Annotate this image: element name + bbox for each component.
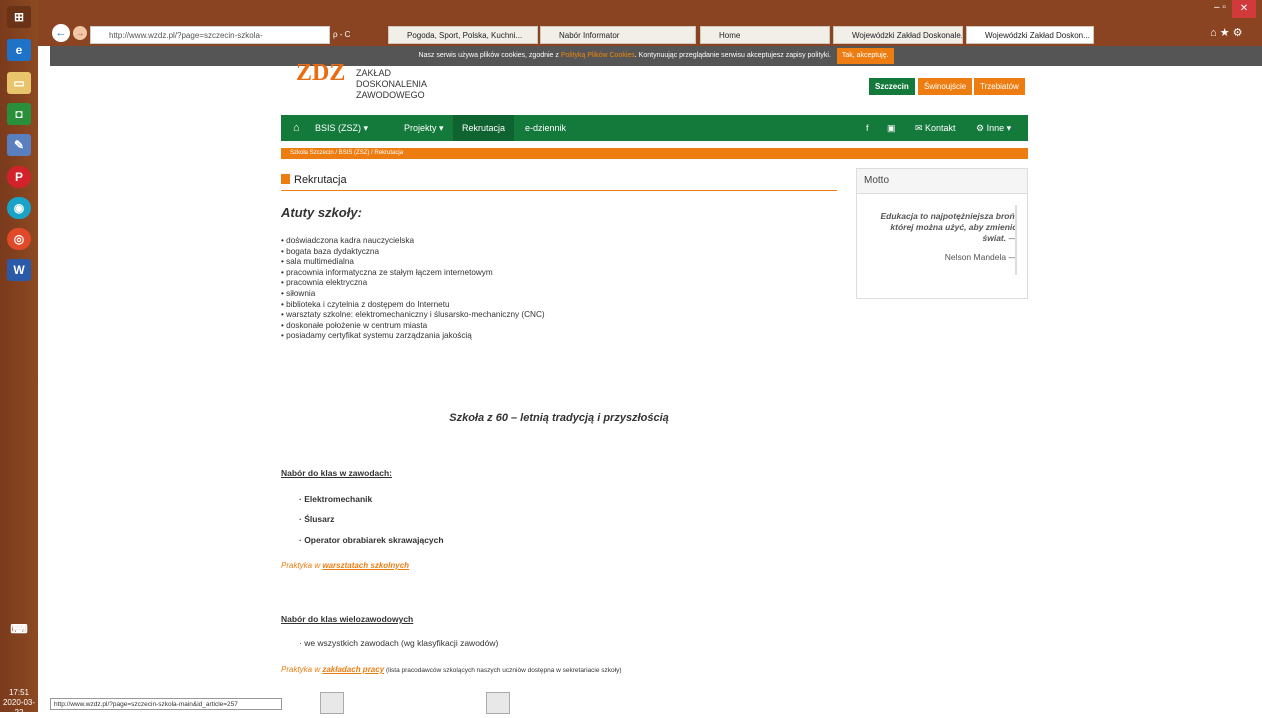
city-trzebiatow-button[interactable]: Trzebiatów bbox=[974, 78, 1025, 95]
praktyka-text: Praktyka w bbox=[281, 561, 323, 570]
status-bar-url: http://www.wzdz.pl/?page=szczecin-szkola… bbox=[50, 698, 282, 710]
search-refresh[interactable]: ρ - C bbox=[333, 26, 393, 44]
motto-author: Nelson Mandela — bbox=[944, 252, 1017, 262]
main-nav: ⌂ BSIS (ZSZ) ▾ Projekty ▾ Rekrutacja e-d… bbox=[281, 115, 1028, 141]
nav-projekty[interactable]: Projekty ▾ bbox=[404, 115, 444, 141]
store-icon[interactable]: ◘ bbox=[7, 103, 31, 125]
tagline: Szkoła z 60 – letnią tradycją i przyszło… bbox=[449, 412, 669, 424]
zdz-logo[interactable]: ZDZ bbox=[296, 60, 351, 90]
file-explorer-icon[interactable]: ▭ bbox=[7, 72, 31, 94]
app-icon[interactable]: ✎ bbox=[7, 134, 31, 156]
keyboard-icon[interactable]: ⌨ bbox=[7, 618, 31, 640]
atuty-list: • doświadczona kadra nauczycielska • bog… bbox=[281, 236, 545, 342]
motto-quote-block: Edukacja to najpotężniejsza broń, której… bbox=[867, 211, 1018, 263]
logo-text: ZAKŁAD DOSKONALENIA ZAWODOWEGO bbox=[356, 68, 427, 101]
tab-5-active[interactable]: Wojewódzki Zakład Doskon... bbox=[966, 26, 1094, 44]
list-item: • bogata baza dydaktyczna bbox=[281, 246, 379, 256]
tab-4[interactable]: Wojewódzki Zakład Doskonale... bbox=[833, 26, 963, 44]
breadcrumb: Szkoła Szczecin / BSIS (ZSZ) / Rekrutacj… bbox=[281, 148, 1028, 159]
list-item: • pracownia elektryczna bbox=[281, 278, 368, 288]
praktyka-line-1: Praktyka w warsztatach szkolnych bbox=[281, 561, 409, 570]
zawod-item: · Elektromechanik bbox=[299, 494, 373, 504]
cookie-bar: Nasz serwis używa plików cookies, zgodni… bbox=[50, 46, 1262, 66]
list-item: • biblioteka i czytelnia z dostępem do I… bbox=[281, 299, 450, 309]
warsztaty-link[interactable]: warsztatach szkolnych bbox=[322, 561, 409, 570]
zawod-item: · Operator obrabiarek skrawających bbox=[299, 535, 444, 545]
nav-rekrutacja[interactable]: Rekrutacja bbox=[453, 115, 515, 141]
nabor-zawody-heading: Nabór do klas w zawodach: bbox=[281, 468, 392, 478]
ie-icon[interactable]: e bbox=[7, 39, 31, 61]
cookie-text: Nasz serwis używa plików cookies, zgodni… bbox=[418, 52, 559, 59]
nav-kontakt[interactable]: ✉ Kontakt bbox=[915, 115, 956, 141]
page-title-text: Rekrutacja bbox=[294, 174, 347, 186]
list-item: • doświadczona kadra nauczycielska bbox=[281, 236, 415, 245]
cookie-policy-link[interactable]: Polityką Plików Cookies bbox=[561, 52, 635, 59]
list-item: • siłownia bbox=[281, 288, 316, 298]
atuty-heading: Atuty szkoły: bbox=[281, 205, 362, 220]
chrome-icon[interactable]: ◎ bbox=[7, 228, 31, 250]
nav-inne[interactable]: ⚙ Inne ▾ bbox=[976, 115, 1011, 141]
praktyka-text: Praktyka w bbox=[281, 665, 323, 674]
motto-title: Motto bbox=[857, 169, 1027, 194]
motto-scrollbar[interactable] bbox=[1015, 205, 1017, 275]
nabor-wielozawodowe-heading: Nabór do klas wielozawodowych bbox=[281, 614, 414, 624]
pdf-icon[interactable]: P bbox=[7, 166, 31, 188]
city-swinoujscie-button[interactable]: Świnoujście bbox=[918, 78, 973, 95]
zaklady-pracy-link[interactable]: zakładach pracy bbox=[322, 665, 384, 674]
zawod-item: · Ślusarz bbox=[299, 514, 335, 524]
logo-line: DOSKONALENIA bbox=[356, 79, 428, 89]
media-icon[interactable]: ◉ bbox=[7, 197, 31, 219]
clock-time: 17:51 bbox=[8, 688, 30, 697]
praktyka-note: (lista pracodawców szkolących naszych uc… bbox=[384, 667, 622, 674]
list-item: • doskonałe położenie w centrum miasta bbox=[281, 320, 428, 330]
word-icon[interactable]: W bbox=[7, 259, 31, 281]
list-item: • pracownia informatyczna ze stałym łącz… bbox=[281, 267, 493, 277]
url-field[interactable]: http://www.wzdz.pl/?page=szczecin-szkola… bbox=[90, 26, 330, 58]
taskbar: ⊞ e ▭ ◘ ✎ P ◉ ◎ W ⌨ 17:51 2020-03-22 bbox=[0, 0, 38, 717]
list-item: • sala multimedialna bbox=[281, 257, 354, 267]
tab-2[interactable]: Nabór Informator bbox=[540, 26, 696, 44]
book-icon bbox=[281, 174, 290, 184]
list-item: • posiadamy certyfikat systemu zarządzan… bbox=[281, 331, 472, 341]
nav-edziennik[interactable]: e-dziennik bbox=[525, 115, 566, 141]
back-button[interactable]: ← bbox=[52, 24, 70, 42]
home-star-gear-icons[interactable]: ⌂ ★ ⚙ bbox=[1210, 26, 1242, 39]
cookie-accept-button[interactable]: Tak, akceptuję. bbox=[836, 48, 894, 64]
motto-panel: Motto Edukacja to najpotężniejsza broń, … bbox=[856, 168, 1028, 299]
list-item: • warsztaty szkolne: elektromechaniczny … bbox=[281, 310, 545, 320]
wszystkie-zawody-item: · we wszystkich zawodach (wg klasyfikacj… bbox=[299, 638, 499, 648]
page-title: Rekrutacja bbox=[281, 174, 837, 191]
nav-bsis[interactable]: BSIS (ZSZ) ▾ bbox=[315, 115, 368, 141]
document-icon[interactable] bbox=[320, 692, 344, 714]
cookie-text-2: . Kontynuując przeglądanie serwisu akcep… bbox=[634, 52, 831, 59]
windows-start-icon[interactable]: ⊞ bbox=[7, 6, 31, 28]
motto-quote: Edukacja to najpotężniejsza broń, której… bbox=[880, 211, 1018, 243]
window-min-max-icon[interactable]: – ▫ bbox=[1214, 2, 1226, 13]
home-icon[interactable]: ⌂ bbox=[293, 115, 300, 141]
forward-button[interactable]: → bbox=[73, 26, 87, 40]
city-szczecin-button[interactable]: Szczecin bbox=[869, 78, 915, 95]
youtube-icon[interactable]: ▣ bbox=[887, 115, 896, 141]
logo-line: ZAWODOWEGO bbox=[356, 90, 425, 100]
tab-3[interactable]: Home bbox=[700, 26, 830, 44]
clock-date: 2020-03-22 bbox=[2, 698, 36, 717]
praktyka-line-2: Praktyka w zakładach pracy (lista pracod… bbox=[281, 665, 622, 674]
logo-line: ZAKŁAD bbox=[356, 68, 392, 78]
tab-1[interactable]: Pogoda, Sport, Polska, Kuchni... bbox=[388, 26, 538, 44]
close-window-button[interactable]: ✕ bbox=[1232, 0, 1256, 18]
document-icon[interactable] bbox=[486, 692, 510, 714]
window-titlebar bbox=[38, 0, 1262, 22]
clock[interactable]: 17:51 2020-03-22 bbox=[0, 688, 38, 718]
facebook-icon[interactable]: f bbox=[866, 115, 869, 141]
